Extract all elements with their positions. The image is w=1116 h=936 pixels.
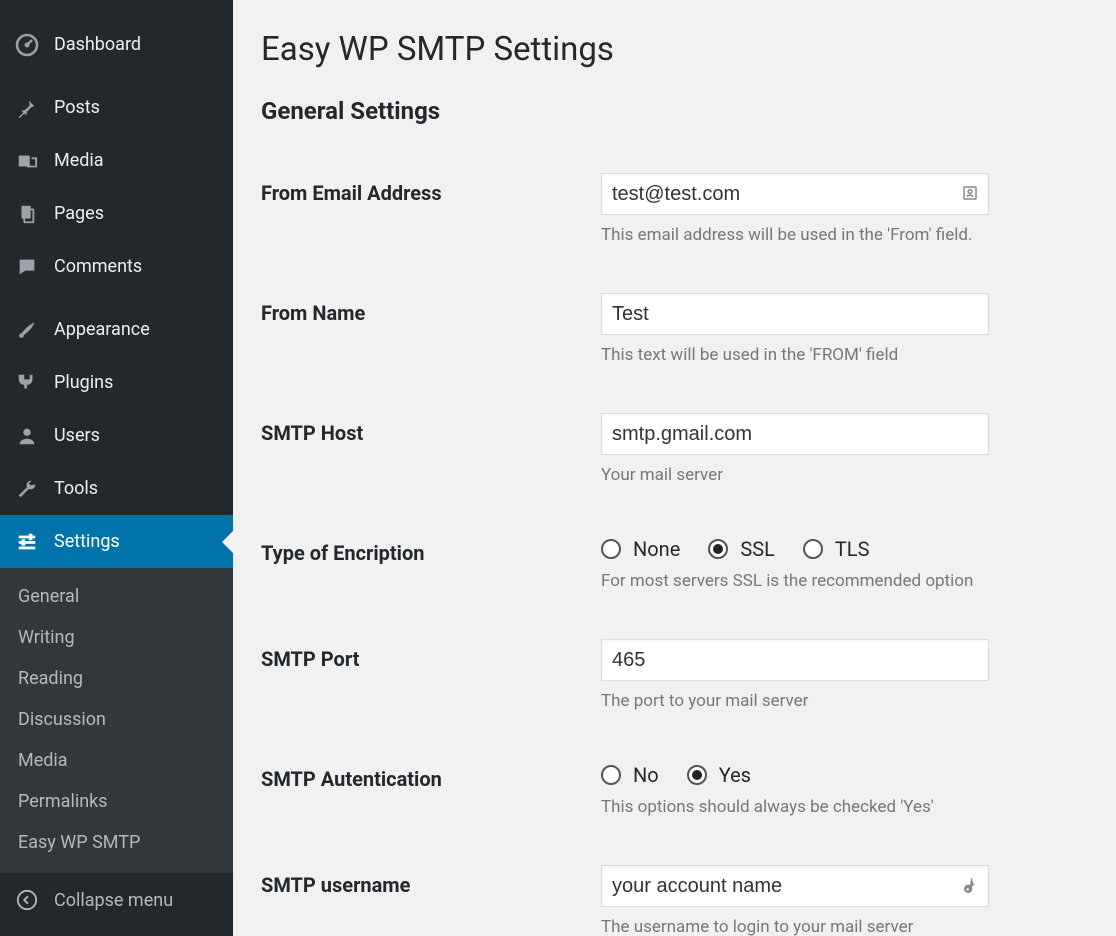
radio-label-yes: Yes xyxy=(719,763,751,787)
sidebar-item-label: Dashboard xyxy=(54,34,141,55)
row-smtp-host: SMTP Host Your mail server xyxy=(261,413,1088,485)
helper-from-email: This email address will be used in the '… xyxy=(601,225,1088,245)
label-encryption: Type of Encription xyxy=(261,533,601,565)
contact-card-icon xyxy=(961,184,981,204)
sidebar-item-media[interactable]: Media xyxy=(0,134,233,187)
sidebar-item-settings[interactable]: Settings xyxy=(0,515,233,568)
helper-smtp-host: Your mail server xyxy=(601,465,1088,485)
label-smtp-host: SMTP Host xyxy=(261,413,601,445)
submenu-general[interactable]: General xyxy=(0,576,233,617)
row-smtp-auth: SMTP Autentication No Yes This options s… xyxy=(261,759,1088,817)
sidebar-item-label: Settings xyxy=(54,531,120,552)
row-smtp-username: SMTP username The username to login to y… xyxy=(261,865,1088,936)
radio-auth-yes[interactable] xyxy=(687,765,707,785)
sidebar-item-label: Tools xyxy=(54,478,98,499)
submenu-discussion[interactable]: Discussion xyxy=(0,699,233,740)
row-from-name: From Name This text will be used in the … xyxy=(261,293,1088,365)
sidebar-item-label: Users xyxy=(54,425,100,446)
collapse-label: Collapse menu xyxy=(54,890,173,911)
dashboard-icon xyxy=(14,32,40,58)
radio-label-none: None xyxy=(633,537,680,561)
row-from-email: From Email Address This email address wi… xyxy=(261,173,1088,245)
radio-label-ssl: SSL xyxy=(740,537,775,561)
sidebar-item-users[interactable]: Users xyxy=(0,409,233,462)
radio-encryption-tls[interactable] xyxy=(803,539,823,559)
input-smtp-port[interactable] xyxy=(601,639,989,681)
submenu-permalinks[interactable]: Permalinks xyxy=(0,781,233,822)
label-from-name: From Name xyxy=(261,293,601,325)
sidebar-item-appearance[interactable]: Appearance xyxy=(0,303,233,356)
input-from-name[interactable] xyxy=(601,293,989,335)
radio-label-tls: TLS xyxy=(835,537,870,561)
helper-encryption: For most servers SSL is the recommended … xyxy=(601,571,1088,591)
sidebar-item-comments[interactable]: Comments xyxy=(0,240,233,293)
sidebar-item-label: Posts xyxy=(54,97,100,118)
wrench-icon xyxy=(14,476,40,502)
input-smtp-host[interactable] xyxy=(601,413,989,455)
section-title: General Settings xyxy=(261,97,1088,125)
sidebar-item-label: Media xyxy=(54,150,104,171)
helper-smtp-auth: This options should always be checked 'Y… xyxy=(601,797,1088,817)
collapse-icon xyxy=(14,887,40,913)
radio-encryption-none[interactable] xyxy=(601,539,621,559)
row-smtp-port: SMTP Port The port to your mail server xyxy=(261,639,1088,711)
submenu-writing[interactable]: Writing xyxy=(0,617,233,658)
sidebar-item-label: Comments xyxy=(54,256,142,277)
sidebar-item-tools[interactable]: Tools xyxy=(0,462,233,515)
radio-auth-no[interactable] xyxy=(601,765,621,785)
row-encryption: Type of Encription None SSL TLS For most… xyxy=(261,533,1088,591)
sidebar-item-posts[interactable]: Posts xyxy=(0,81,233,134)
submenu-media[interactable]: Media xyxy=(0,740,233,781)
input-smtp-username[interactable] xyxy=(601,865,989,907)
radio-label-no: No xyxy=(633,763,659,787)
comment-icon xyxy=(14,254,40,280)
label-from-email: From Email Address xyxy=(261,173,601,205)
label-smtp-username: SMTP username xyxy=(261,865,601,897)
sidebar-item-pages[interactable]: Pages xyxy=(0,187,233,240)
helper-smtp-port: The port to your mail server xyxy=(601,691,1088,711)
brush-icon xyxy=(14,317,40,343)
helper-smtp-username: The username to login to your mail serve… xyxy=(601,917,1088,936)
user-icon xyxy=(14,423,40,449)
main-content: Easy WP SMTP Settings General Settings F… xyxy=(233,0,1116,936)
sidebar-item-label: Plugins xyxy=(54,372,113,393)
pages-icon xyxy=(14,201,40,227)
key-icon xyxy=(961,876,981,896)
helper-from-name: This text will be used in the 'FROM' fie… xyxy=(601,345,1088,365)
settings-submenu: General Writing Reading Discussion Media… xyxy=(0,568,233,873)
label-smtp-auth: SMTP Autentication xyxy=(261,759,601,791)
sidebar-item-label: Pages xyxy=(54,203,104,224)
collapse-menu[interactable]: Collapse menu xyxy=(0,873,233,913)
radio-encryption-ssl[interactable] xyxy=(708,539,728,559)
sidebar-item-plugins[interactable]: Plugins xyxy=(0,356,233,409)
plug-icon xyxy=(14,370,40,396)
sidebar-item-label: Appearance xyxy=(54,319,150,340)
submenu-reading[interactable]: Reading xyxy=(0,658,233,699)
input-from-email[interactable] xyxy=(601,173,989,215)
label-smtp-port: SMTP Port xyxy=(261,639,601,671)
page-title: Easy WP SMTP Settings xyxy=(261,30,1088,69)
sidebar-item-dashboard[interactable]: Dashboard xyxy=(0,18,233,71)
admin-sidebar: Dashboard Posts Media Pages Comments App… xyxy=(0,0,233,936)
media-icon xyxy=(14,148,40,174)
submenu-easy-wp-smtp[interactable]: Easy WP SMTP xyxy=(0,822,233,863)
pin-icon xyxy=(14,95,40,121)
sliders-icon xyxy=(14,529,40,555)
